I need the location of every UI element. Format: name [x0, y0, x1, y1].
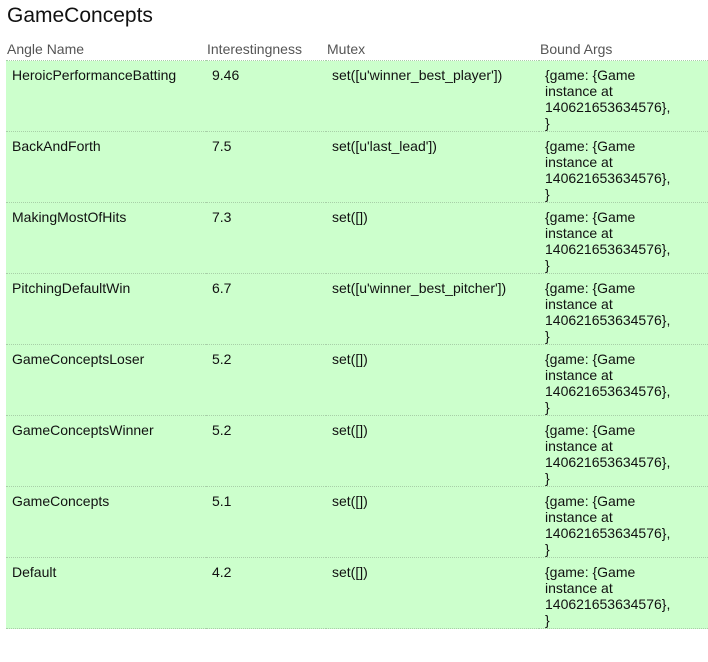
angle-name-cell: HeroicPerformanceBatting: [6, 60, 206, 132]
mutex-cell: set([u'last_lead']): [326, 131, 539, 203]
bound-args-cell: {game: {Game instance at 140621653634576},…: [539, 415, 708, 487]
bound-args-line: {game: {Game: [545, 564, 636, 580]
interestingness-cell: 6.7: [206, 273, 326, 345]
bound-args-line: instance at: [545, 438, 613, 454]
table-row: GameConceptsLoser 5.2 set([]) {game: {Game i…: [6, 344, 708, 416]
page-title: GameConcepts: [7, 4, 153, 27]
bound-args-line: instance at: [545, 296, 613, 312]
table-row: HeroicPerformanceBatting 9.46 set([u'winne…: [6, 60, 708, 132]
angle-name-cell: GameConcepts: [6, 486, 206, 558]
table-row: BackAndForth 7.5 set([u'last_lead']) {game:…: [6, 131, 708, 203]
table-row: Default 4.2 set([]) {game: {Game instance at…: [6, 557, 708, 629]
angle-name-cell: MakingMostOfHits: [6, 202, 206, 274]
bound-args-line: instance at: [545, 367, 613, 383]
bound-args-line: instance at: [545, 580, 613, 596]
bound-args-line: }: [545, 612, 550, 628]
bound-args-line: instance at: [545, 225, 613, 241]
bound-args-cell: {game: {Game instance at 140621653634576},…: [539, 486, 708, 558]
table-row: PitchingDefaultWin 6.7 set([u'winner_best_…: [6, 273, 708, 345]
bound-args-line: }: [545, 541, 550, 557]
bound-args-line: 140621653634576},: [545, 525, 671, 541]
bound-args-cell: {game: {Game instance at 140621653634576},…: [539, 60, 708, 132]
header-mutex: Mutex: [327, 41, 366, 57]
header-angle-name: Angle Name: [7, 41, 85, 57]
bound-args-line: {game: {Game: [545, 209, 636, 225]
bound-args-cell: {game: {Game instance at 140621653634576},…: [539, 557, 708, 629]
bound-args-line: 140621653634576},: [545, 99, 671, 115]
table-header: Angle Name Interestingness Mutex Bound A…: [6, 38, 708, 61]
mutex-cell: set([]): [326, 557, 539, 629]
angle-name-cell: PitchingDefaultWin: [6, 273, 206, 345]
table-row: MakingMostOfHits 7.3 set([]) {game: {Game in…: [6, 202, 708, 274]
bound-args-line: }: [545, 470, 550, 486]
page: GameConcepts Angle Name Interestingness …: [0, 0, 708, 662]
interestingness-cell: 4.2: [206, 557, 326, 629]
bound-args-line: instance at: [545, 83, 613, 99]
table-body: HeroicPerformanceBatting 9.46 set([u'winne…: [6, 60, 708, 629]
header-bound-args: Bound Args: [540, 41, 613, 57]
interestingness-cell: 7.3: [206, 202, 326, 274]
bound-args-line: {game: {Game: [545, 67, 636, 83]
interestingness-cell: 5.1: [206, 486, 326, 558]
mutex-cell: set([]): [326, 202, 539, 274]
bound-args-line: 140621653634576},: [545, 312, 671, 328]
bound-args-line: }: [545, 115, 550, 131]
bound-args-line: instance at: [545, 154, 613, 170]
angles-table: Angle Name Interestingness Mutex Bound A…: [6, 38, 708, 629]
interestingness-cell: 7.5: [206, 131, 326, 203]
interestingness-cell: 5.2: [206, 344, 326, 416]
table-row: GameConcepts 5.1 set([]) {game: {Game instan…: [6, 486, 708, 558]
bound-args-line: {game: {Game: [545, 351, 636, 367]
angle-name-cell: GameConceptsWinner: [6, 415, 206, 487]
bound-args-line: }: [545, 399, 550, 415]
mutex-cell: set([]): [326, 344, 539, 416]
bound-args-line: instance at: [545, 509, 613, 525]
bound-args-cell: {game: {Game instance at 140621653634576},…: [539, 131, 708, 203]
angle-name-cell: BackAndForth: [6, 131, 206, 203]
bound-args-line: }: [545, 257, 550, 273]
bound-args-cell: {game: {Game instance at 140621653634576},…: [539, 344, 708, 416]
bound-args-line: 140621653634576},: [545, 596, 671, 612]
bound-args-line: {game: {Game: [545, 493, 636, 509]
angle-name-cell: Default: [6, 557, 206, 629]
mutex-cell: set([u'winner_best_player']): [326, 60, 539, 132]
bound-args-line: 140621653634576},: [545, 241, 671, 257]
table-row: GameConceptsWinner 5.2 set([]) {game: {Game…: [6, 415, 708, 487]
bound-args-line: 140621653634576},: [545, 170, 671, 186]
bound-args-line: }: [545, 328, 550, 344]
mutex-cell: set([u'winner_best_pitcher']): [326, 273, 539, 345]
interestingness-cell: 5.2: [206, 415, 326, 487]
bound-args-line: {game: {Game: [545, 422, 636, 438]
interestingness-cell: 9.46: [206, 60, 326, 132]
bound-args-cell: {game: {Game instance at 140621653634576},…: [539, 273, 708, 345]
bound-args-line: }: [545, 186, 550, 202]
bound-args-line: {game: {Game: [545, 138, 636, 154]
bound-args-line: 140621653634576},: [545, 383, 671, 399]
header-interestingness: Interestingness: [207, 41, 302, 57]
bound-args-cell: {game: {Game instance at 140621653634576},…: [539, 202, 708, 274]
mutex-cell: set([]): [326, 486, 539, 558]
bound-args-line: {game: {Game: [545, 280, 636, 296]
header-row: Angle Name Interestingness Mutex Bound A…: [6, 38, 708, 61]
mutex-cell: set([]): [326, 415, 539, 487]
bound-args-line: 140621653634576},: [545, 454, 671, 470]
angle-name-cell: GameConceptsLoser: [6, 344, 206, 416]
